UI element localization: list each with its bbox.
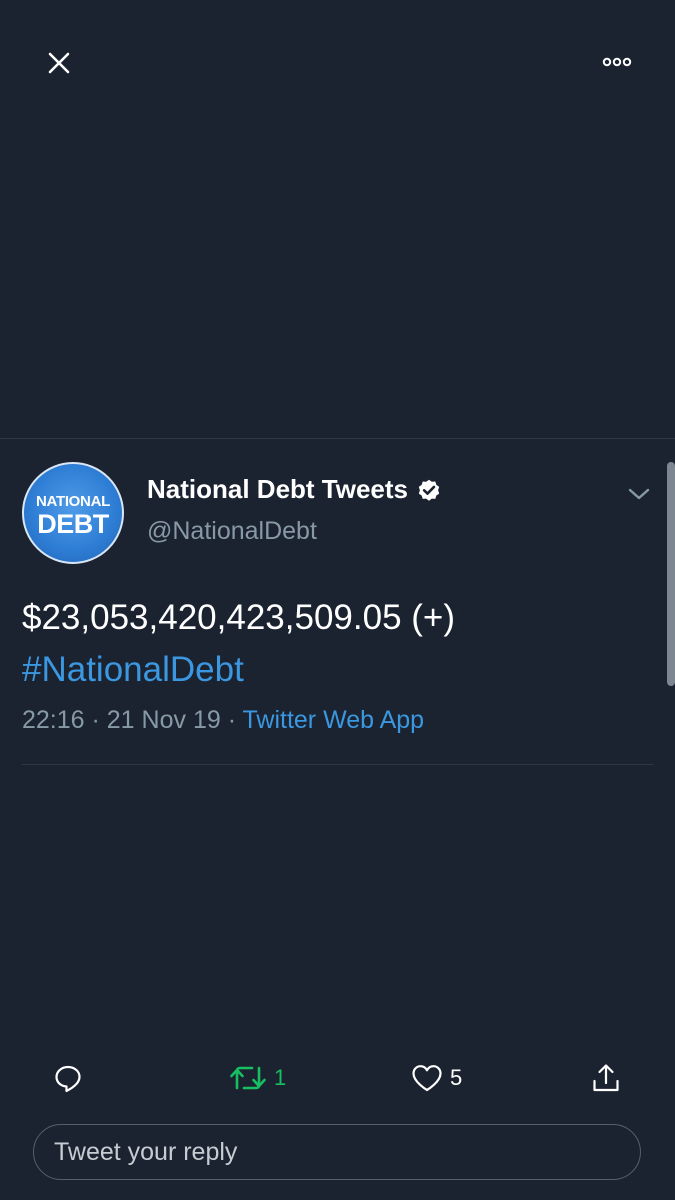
divider [22, 764, 653, 765]
handle: @NationalDebt [147, 517, 317, 545]
tweet-detail-page: NATIONAL DEBT National Debt Tweets @Nati… [0, 0, 675, 1200]
display-name-row: National Debt Tweets [147, 474, 442, 505]
scrollbar[interactable] [667, 462, 675, 686]
tweet-body: $23,053,420,423,509.05 (+) [22, 598, 456, 637]
reply-button[interactable] [52, 1056, 84, 1100]
retweet-icon [230, 1066, 266, 1090]
chevron-down-icon[interactable] [625, 480, 653, 508]
share-button[interactable] [590, 1056, 622, 1100]
close-button[interactable] [40, 44, 78, 82]
more-options-button[interactable] [597, 48, 637, 76]
divider [0, 438, 675, 439]
top-bar [0, 0, 675, 120]
like-count: 5 [450, 1065, 463, 1090]
meta-separator: · [84, 706, 107, 734]
hashtag-link[interactable]: #NationalDebt [22, 644, 642, 696]
tweet-date: 21 Nov 19 [106, 706, 221, 734]
tweet-meta: 22:16 · 21 Nov 19 · Twitter Web App [22, 706, 424, 735]
tweet-actions: 1 5 [0, 1056, 675, 1100]
like-button[interactable]: 5 [410, 1056, 462, 1100]
avatar-text-line1: NATIONAL [36, 493, 110, 510]
retweet-button[interactable]: 1 [228, 1056, 286, 1100]
meta-separator: · [220, 706, 243, 734]
tweet-text: $23,053,420,423,509.05 (+) #NationalDebt [22, 592, 642, 696]
avatar[interactable]: NATIONAL DEBT [22, 462, 124, 564]
tweet-author[interactable]: National Debt Tweets @NationalDebt [147, 474, 442, 546]
tweet-time: 22:16 [22, 706, 85, 734]
verified-badge-icon [418, 479, 440, 501]
display-name: National Debt Tweets [147, 474, 409, 504]
avatar-text-line2: DEBT [37, 509, 109, 539]
reply-input-placeholder: Tweet your reply [54, 1137, 238, 1166]
reply-icon [55, 1065, 81, 1093]
close-icon [48, 52, 70, 74]
retweet-count: 1 [274, 1065, 287, 1090]
more-options-icon [602, 57, 632, 67]
tweet-source-link[interactable]: Twitter Web App [243, 706, 425, 734]
heart-icon [412, 1065, 442, 1092]
share-icon [593, 1064, 619, 1092]
reply-input[interactable]: Tweet your reply [33, 1124, 641, 1180]
